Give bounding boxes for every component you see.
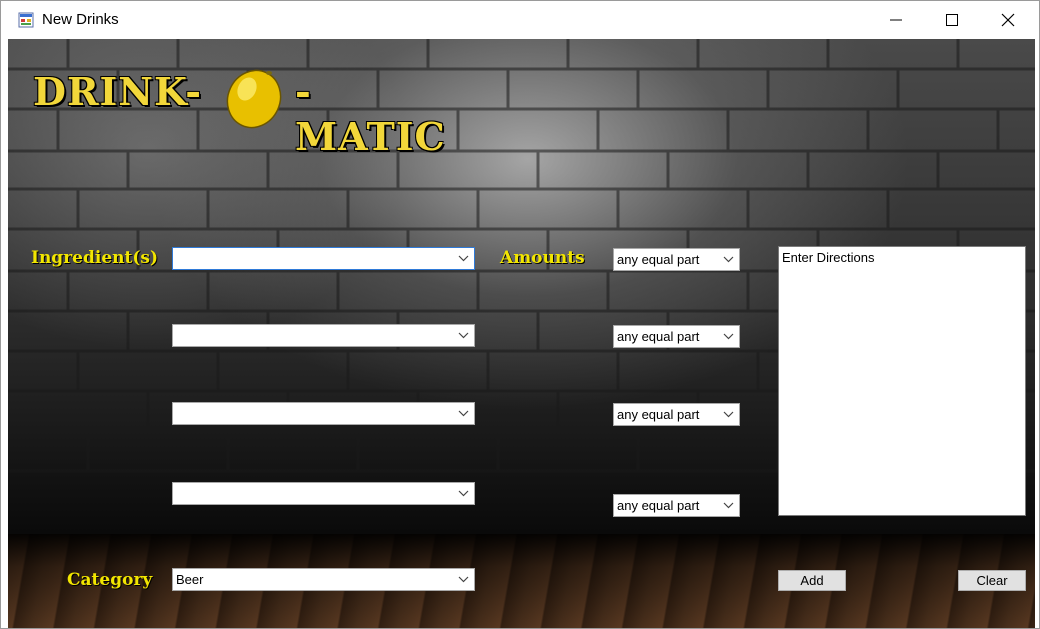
ingredient-combo-2[interactable]: [172, 324, 475, 347]
clear-button[interactable]: Clear: [958, 570, 1026, 591]
amount-combo-4-value: any equal part: [617, 498, 700, 513]
amounts-label: Amounts: [500, 248, 585, 268]
chevron-down-icon: [458, 576, 469, 583]
logo-text-right: -MATIC: [295, 69, 446, 159]
form-client-area: DRINK- -MATIC Ingredient(s) Amounts Cate…: [8, 39, 1035, 628]
amount-combo-1-value: any equal part: [617, 252, 700, 267]
category-label: Category: [67, 570, 153, 590]
new-drinks-window: New Drinks DRINK- -MATIC Ingredient(s) A…: [0, 0, 1040, 629]
title-bar[interactable]: New Drinks: [1, 1, 1039, 39]
wood-floor-background: [8, 534, 1035, 628]
ingredient-combo-3[interactable]: [172, 402, 475, 425]
ingredient-combo-1[interactable]: [172, 247, 475, 270]
chevron-down-icon: [458, 410, 469, 417]
amount-combo-2-value: any equal part: [617, 329, 700, 344]
close-icon: [1001, 13, 1015, 27]
category-combo[interactable]: Beer: [172, 568, 475, 591]
minimize-button[interactable]: [868, 1, 924, 39]
close-button[interactable]: [980, 1, 1036, 39]
amount-combo-4[interactable]: any equal part: [613, 494, 740, 517]
chevron-down-icon: [458, 255, 469, 262]
chevron-down-icon: [723, 502, 734, 509]
maximize-icon: [946, 14, 958, 26]
maximize-button[interactable]: [924, 1, 980, 39]
logo-text-left: DRINK-: [33, 69, 203, 114]
ingredients-label: Ingredient(s): [31, 248, 159, 268]
chevron-down-icon: [723, 411, 734, 418]
chevron-down-icon: [723, 333, 734, 340]
directions-text: Enter Directions: [782, 250, 875, 265]
minimize-icon: [890, 19, 902, 21]
add-button[interactable]: Add: [778, 570, 846, 591]
chevron-down-icon: [458, 332, 469, 339]
lemon-icon: [226, 69, 282, 129]
category-combo-value: Beer: [176, 572, 204, 587]
directions-textbox[interactable]: Enter Directions: [778, 246, 1026, 516]
app-icon: [18, 12, 34, 28]
amount-combo-2[interactable]: any equal part: [613, 325, 740, 348]
window-title: New Drinks: [42, 11, 119, 28]
chevron-down-icon: [458, 490, 469, 497]
ingredient-combo-4[interactable]: [172, 482, 475, 505]
amount-combo-3-value: any equal part: [617, 407, 700, 422]
amount-combo-1[interactable]: any equal part: [613, 248, 740, 271]
amount-combo-3[interactable]: any equal part: [613, 403, 740, 426]
chevron-down-icon: [723, 256, 734, 263]
